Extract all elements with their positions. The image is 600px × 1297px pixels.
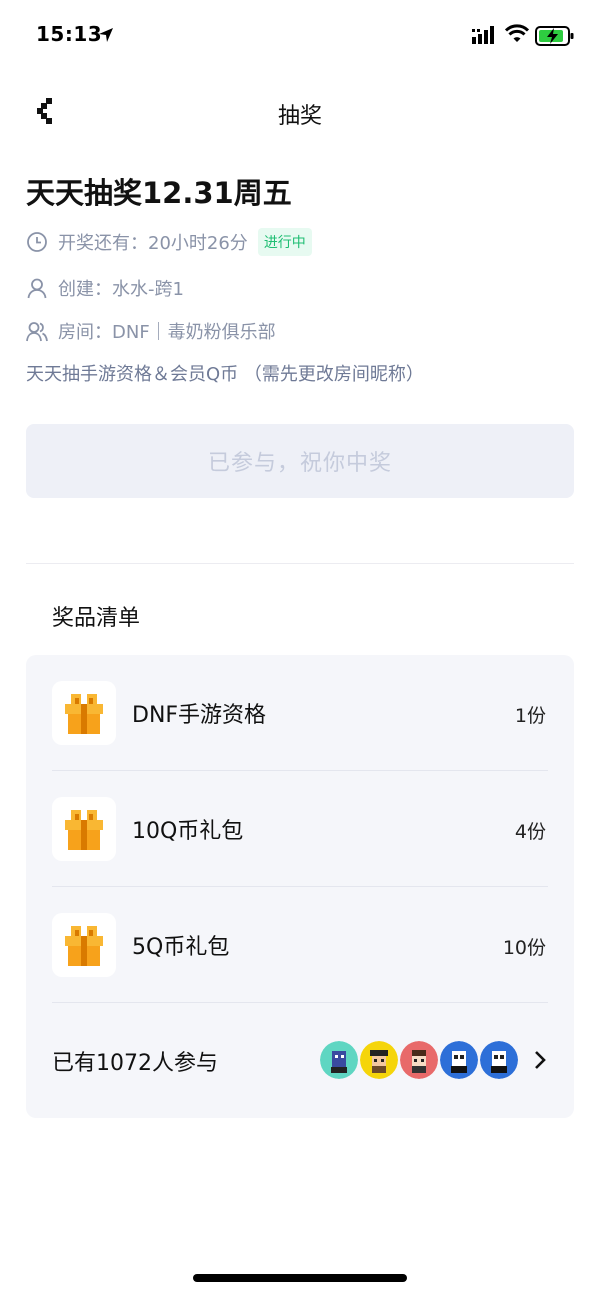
home-indicator xyxy=(193,1274,407,1282)
prize-item: 10Q币礼包 4份 xyxy=(52,771,548,887)
gift-icon xyxy=(65,694,103,734)
gift-icon-box xyxy=(52,797,116,861)
battery-charging-icon xyxy=(535,26,574,46)
lottery-description: 天天抽手游资格＆会员Q币 （需先更改房间昵称） xyxy=(26,364,424,385)
status-badge: 进行中 xyxy=(257,228,312,256)
prize-name: 5Q币礼包 xyxy=(132,935,230,960)
room-label: 房间： xyxy=(58,322,112,343)
wifi-icon xyxy=(505,24,529,42)
creator-label: 创建： xyxy=(58,279,112,300)
prize-count: 1份 xyxy=(514,705,546,727)
creator-row: 创建： 水水-跨1 xyxy=(26,273,184,303)
room-row: 房间： DNF｜毒奶粉俱乐部 xyxy=(26,316,276,346)
group-icon xyxy=(26,322,48,342)
avatar xyxy=(440,1041,478,1079)
participants-row[interactable]: 已有1072人参与 xyxy=(52,1003,548,1119)
gift-icon xyxy=(65,926,103,966)
prize-item: 5Q币礼包 10份 xyxy=(52,887,548,1003)
status-time: 15:13 xyxy=(36,22,103,46)
countdown-row: 开奖还有： 20小时26分 进行中 xyxy=(26,227,312,257)
countdown-label: 开奖还有： xyxy=(58,233,148,254)
prize-list-card: DNF手游资格 1份 10Q币礼包 4份 5Q币礼包 10份 已有1072人参与 xyxy=(26,655,574,1118)
avatar xyxy=(360,1041,398,1079)
prize-name: 10Q币礼包 xyxy=(132,819,244,844)
participant-avatars xyxy=(320,1041,520,1079)
participants-count: 已有1072人参与 xyxy=(52,1051,218,1076)
navigation-bar: 抽奖 xyxy=(0,80,600,144)
prize-name: DNF手游资格 xyxy=(132,703,267,728)
user-icon xyxy=(27,278,47,299)
prize-count: 10份 xyxy=(502,937,546,959)
prize-item: DNF手游资格 1份 xyxy=(52,655,548,771)
avatar xyxy=(320,1041,358,1079)
section-divider xyxy=(26,563,574,564)
gift-icon-box xyxy=(52,913,116,977)
creator-name: 水水-跨1 xyxy=(112,279,184,300)
avatar xyxy=(400,1041,438,1079)
gift-icon-box xyxy=(52,681,116,745)
location-arrow-icon xyxy=(99,28,113,42)
room-name: DNF｜毒奶粉俱乐部 xyxy=(112,322,276,343)
avatar xyxy=(480,1041,518,1079)
countdown-value: 20小时26分 xyxy=(148,233,248,254)
gift-icon xyxy=(65,810,103,850)
chevron-right-icon xyxy=(535,1051,546,1069)
prize-count: 4份 xyxy=(514,821,546,843)
status-bar: 15:13 xyxy=(0,0,600,72)
lottery-detail-page: 15:13 抽奖 天天抽奖12.31周五 开奖还有： 20小时26分 进行中 创… xyxy=(0,0,600,1297)
page-title: 抽奖 xyxy=(277,104,322,129)
joined-status-button[interactable]: 已参与，祝你中奖 xyxy=(26,424,574,498)
prize-list-heading: 奖品清单 xyxy=(52,606,141,631)
lottery-title: 天天抽奖12.31周五 xyxy=(26,176,292,210)
cellular-signal-icon xyxy=(472,26,494,44)
clock-icon xyxy=(27,232,47,252)
